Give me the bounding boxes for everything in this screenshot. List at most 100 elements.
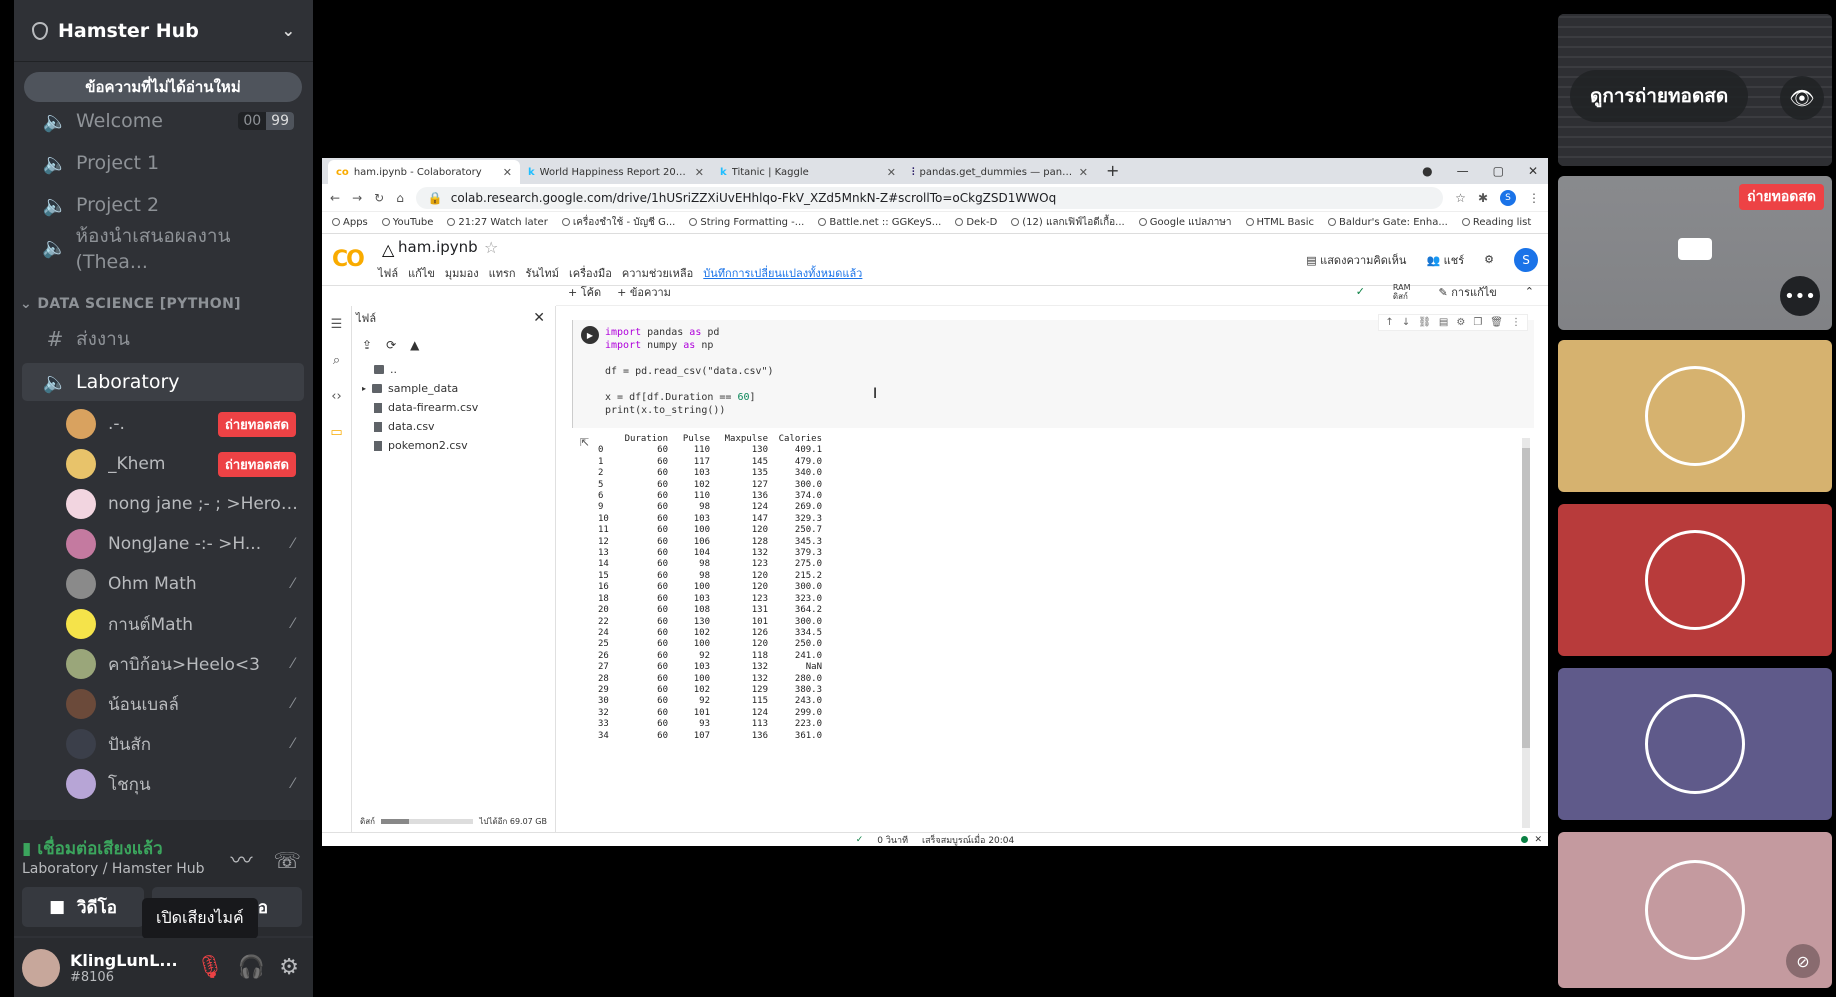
run-cell-button[interactable]: ▶ <box>581 326 599 344</box>
folder-icon[interactable]: ▭ <box>322 414 351 450</box>
search-icon[interactable]: ⌕ <box>322 342 351 378</box>
url-field[interactable]: 🔒 colab.research.google.com/drive/1hUSri… <box>415 186 1444 209</box>
disconnect-icon[interactable]: ☏ <box>273 849 301 874</box>
chevron-down-icon[interactable]: ⌄ <box>282 21 295 40</box>
tab-colab[interactable]: co ham.ipynb - Colaboratory ✕ <box>328 160 520 184</box>
voice-user[interactable]: nong jane ;- ; >Hero<3 <box>66 486 304 522</box>
maximize-icon[interactable]: ▢ <box>1493 164 1504 178</box>
participant-tile[interactable] <box>1558 340 1832 492</box>
channel-theater[interactable]: 🔈 ห้องนำเสนอผลงาน (Thea... <box>22 225 304 273</box>
user-avatar[interactable]: S <box>1514 247 1538 272</box>
extension-icon[interactable]: ✱ <box>1478 191 1488 205</box>
bookmark-item[interactable]: Apps <box>332 217 368 228</box>
output-scrollbar[interactable] <box>1522 438 1530 828</box>
bookmark-item[interactable]: Baldur's Gate: Enha... <box>1328 217 1448 228</box>
resource-meter[interactable]: RAM ดิสก์ <box>1393 283 1411 301</box>
edit-mode-button[interactable]: ✎ การแก้ไข <box>1439 283 1497 301</box>
output-icon[interactable]: ⇱ <box>580 436 589 449</box>
participant-tile[interactable]: ⊘ <box>1558 832 1832 988</box>
voice-user[interactable]: กานต์Math ⁄ <box>66 606 304 642</box>
bookmark-item[interactable]: YouTube <box>381 217 433 228</box>
menu-item[interactable]: ไฟล์ <box>378 264 398 282</box>
unread-messages-banner[interactable]: ข้อความที่ไม่ได้อ่านใหม่ <box>24 72 302 102</box>
gear-icon[interactable]: ⚙ <box>1484 253 1494 266</box>
watch-stream-button[interactable]: ดูการถ่ายทอดสด <box>1570 70 1749 122</box>
bookmark-item[interactable]: Reading list <box>1461 217 1531 228</box>
toc-icon[interactable]: ☰ <box>322 306 351 342</box>
bookmark-item[interactable]: Dek-D <box>955 217 997 228</box>
reload-icon[interactable]: ↻ <box>374 191 384 205</box>
close-icon[interactable]: ✕ <box>533 310 545 326</box>
forward-icon[interactable]: → <box>352 191 362 205</box>
menu-kebab-icon[interactable]: ⋮ <box>1511 317 1521 328</box>
bookmark-item[interactable]: 21:27 Watch later <box>447 217 548 228</box>
close-icon[interactable]: ✕ <box>695 166 704 179</box>
voice-user[interactable]: .-. ถ่ายทอดสด <box>66 406 304 442</box>
expand-icon[interactable]: ▸ <box>362 384 366 393</box>
voice-user[interactable]: โชกุน ⁄ <box>66 766 304 802</box>
trash-icon[interactable]: 🗑 <box>1490 317 1503 328</box>
menu-item[interactable]: แก้ไข <box>408 264 435 282</box>
file-item[interactable]: data-firearm.csv <box>352 398 555 417</box>
move-down-icon[interactable]: ↓ <box>1402 317 1410 328</box>
voice-location[interactable]: Laboratory / Hamster Hub <box>22 861 205 877</box>
window-close-icon[interactable]: ✕ <box>1528 164 1538 178</box>
tab-pandas[interactable]: ⫶ pandas.get_dummies — pandas ✕ <box>904 160 1096 184</box>
video-button[interactable]: ■ วิดีโอ <box>22 887 144 927</box>
voice-user[interactable]: _Khem ถ่ายทอดสด <box>66 446 304 482</box>
voice-user[interactable]: คาบิก้อน>Heelo<3 ⁄ <box>66 646 304 682</box>
close-icon[interactable]: ✕ <box>887 166 896 179</box>
bookmark-item[interactable]: String Formatting -... <box>689 217 804 228</box>
add-code-button[interactable]: + โค้ด <box>568 283 601 301</box>
code-editor[interactable]: import pandas as pd import numpy as np d… <box>605 326 774 417</box>
channel-send-work[interactable]: # ส่งงาน <box>22 320 304 358</box>
chevron-up-icon[interactable]: ⌃ <box>1525 285 1534 298</box>
menu-kebab-icon[interactable]: ⋮ <box>1528 191 1540 205</box>
new-tab-icon[interactable]: + <box>1096 161 1129 184</box>
menu-item[interactable]: แทรก <box>489 264 516 282</box>
home-icon[interactable]: ⌂ <box>396 191 404 205</box>
category-data-science[interactable]: ⌄ DATA SCIENCE [PYTHON] <box>20 296 241 312</box>
add-text-button[interactable]: + ข้อความ <box>617 283 671 301</box>
scroll-thumb[interactable] <box>1522 448 1530 748</box>
channel-laboratory[interactable]: 🔈 Laboratory <box>22 363 304 401</box>
code-cell[interactable]: ▶ ↑ ↓ ⛓ ▤ ⚙ ❐ 🗑 ⋮ import pandas as pd im… <box>572 314 1534 428</box>
profile-avatar[interactable]: S <box>1500 189 1516 206</box>
colab-logo[interactable]: CO <box>332 247 365 272</box>
channel-welcome[interactable]: 🔈 Welcome 00 99 <box>22 102 304 140</box>
file-item[interactable]: data.csv <box>352 417 555 436</box>
voice-connected-status[interactable]: ▮ เชื่อมต่อเสียงแล้ว <box>22 835 163 862</box>
share-button[interactable]: 👥 แชร์ <box>1426 251 1464 269</box>
participant-tile[interactable] <box>1558 668 1832 820</box>
stream-tile[interactable]: ดูการถ่ายทอดสด 👁 <box>1558 14 1832 166</box>
menu-item[interactable]: รันไทม์ <box>526 264 559 282</box>
voice-user[interactable]: Ohm Math ⁄ <box>66 566 304 602</box>
close-icon[interactable]: ✕ <box>1079 166 1088 179</box>
close-icon[interactable]: ✕ <box>503 166 512 179</box>
code-snippets-icon[interactable]: ‹› <box>322 378 351 414</box>
comment-icon[interactable]: ▤ <box>1439 317 1448 328</box>
voice-user[interactable]: ปันสัก ⁄ <box>66 726 304 762</box>
profile-icon[interactable]: ● <box>1422 164 1432 178</box>
tab-happiness[interactable]: k World Happiness Report 2021 | K ✕ <box>520 160 712 184</box>
headphones-icon[interactable]: 🎧 <box>238 955 265 980</box>
move-up-icon[interactable]: ↑ <box>1385 317 1393 328</box>
refresh-folder-icon[interactable]: ⟳ <box>386 338 396 352</box>
menu-item[interactable]: มุมมอง <box>445 264 479 282</box>
bookmark-item[interactable]: (12) แลกเฟิฟ์ไอดีเกื้อ... <box>1011 215 1125 230</box>
file-item[interactable]: .. <box>352 360 555 379</box>
more-icon[interactable]: ••• <box>1780 276 1820 316</box>
gear-icon[interactable]: ⚙ <box>1456 317 1465 328</box>
file-item[interactable]: pokemon2.csv <box>352 436 555 455</box>
mount-drive-icon[interactable]: ▲ <box>410 338 419 352</box>
noise-suppression-icon[interactable]: 〰 <box>230 849 252 874</box>
server-header[interactable]: Hamster Hub ⌄ <box>14 0 313 62</box>
mirror-cell-icon[interactable]: ❐ <box>1473 317 1482 328</box>
voice-user[interactable]: NongJane -:- >H... ⁄ <box>66 526 304 562</box>
voice-user[interactable]: น้อนเบลล์ ⁄ <box>66 686 304 722</box>
participant-tile[interactable] <box>1558 504 1832 656</box>
bookmark-item[interactable]: Google แปลภาษา <box>1138 215 1232 230</box>
eye-plus-icon[interactable]: 👁 <box>1780 76 1824 120</box>
tab-titanic[interactable]: k Titanic | Kaggle ✕ <box>712 160 904 184</box>
comment-button[interactable]: ▤ แสดงความคิดเห็น <box>1306 251 1406 269</box>
